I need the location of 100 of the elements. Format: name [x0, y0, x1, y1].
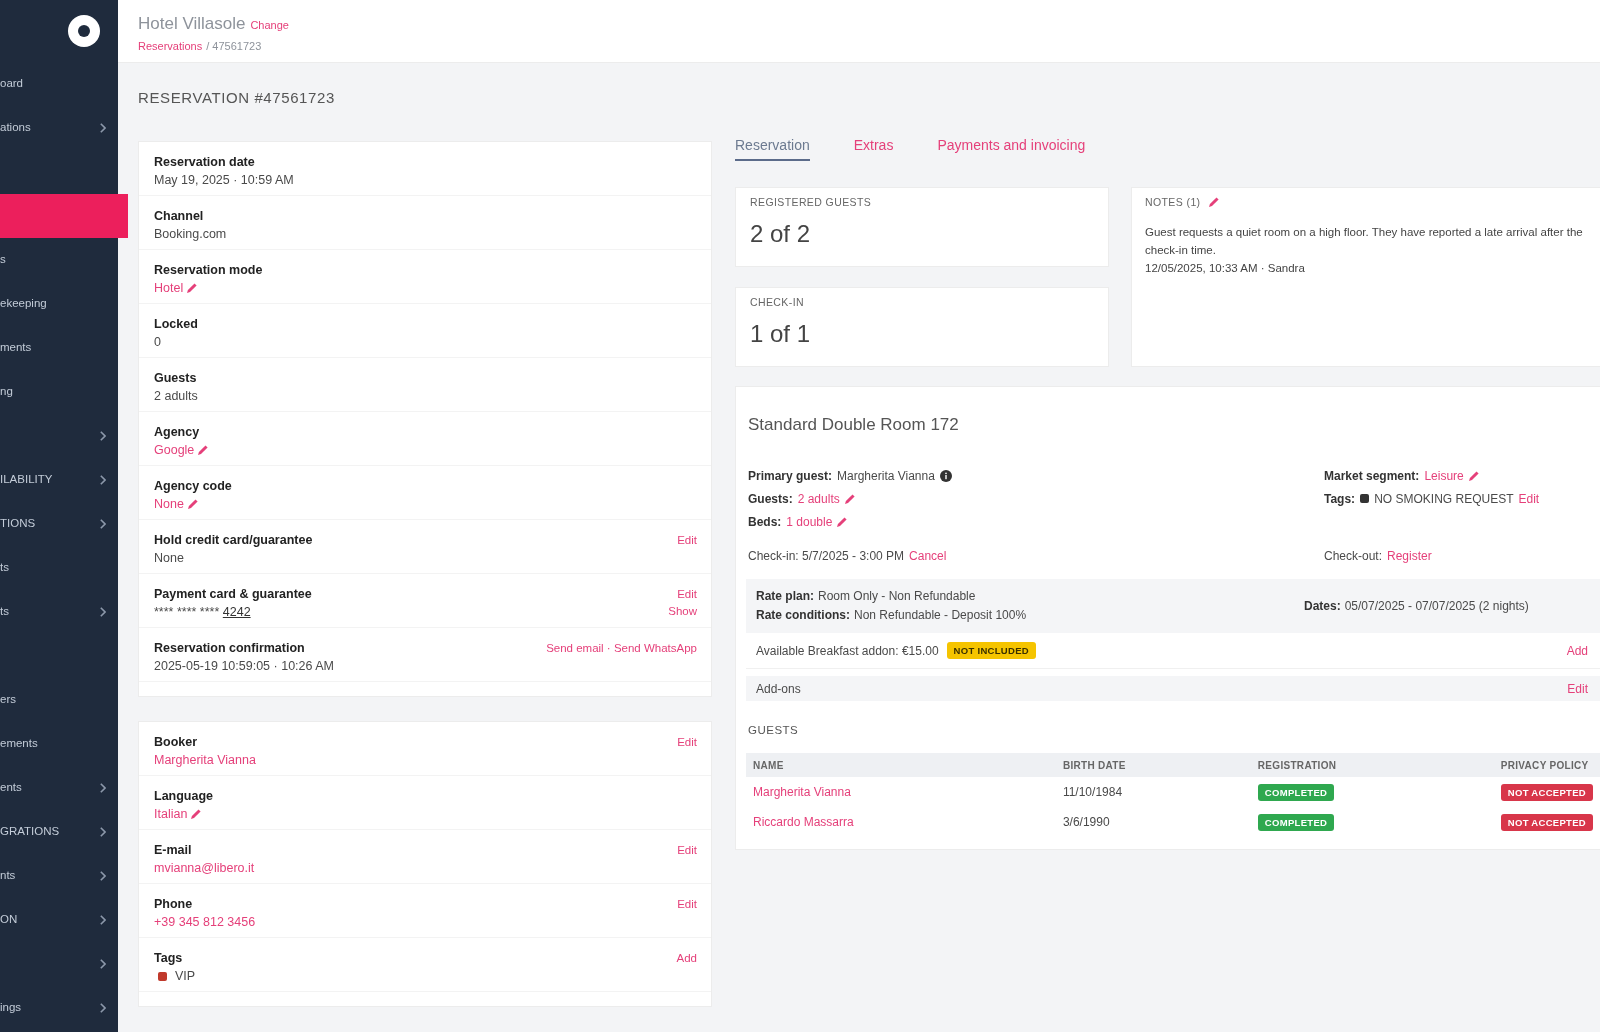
pencil-icon[interactable] — [837, 516, 848, 527]
detail-link[interactable]: 2 adults — [797, 489, 840, 508]
detail-label: Market segment: — [1324, 467, 1420, 485]
notes-title: NOTES (1) — [1145, 195, 1201, 209]
action-link[interactable]: Edit — [677, 896, 697, 913]
sidebar-item[interactable]: ents — [0, 766, 118, 810]
pencil-icon[interactable] — [187, 283, 198, 293]
summary-value: 2 of 2 — [750, 219, 812, 249]
sidebar-item[interactable]: s — [0, 238, 118, 282]
field-value: 2 adults — [154, 388, 198, 405]
pencil-icon[interactable] — [198, 445, 209, 455]
detail-label: Guests: — [748, 490, 793, 508]
detail-link[interactable]: Leisure — [1424, 466, 1464, 485]
extra-text: Add-ons — [756, 680, 801, 698]
field-label: Reservation date — [154, 154, 256, 171]
dates-value: 05/07/2025 - 07/07/2025 (2 nights) — [1344, 597, 1529, 615]
sidebar-item[interactable]: TIONS — [0, 502, 118, 546]
action-link[interactable]: Show — [668, 603, 697, 620]
sidebar-item[interactable]: ON — [0, 898, 118, 942]
logo-icon[interactable] — [68, 15, 100, 47]
detail-label: Beds: — [748, 513, 782, 531]
action-link[interactable]: Send email · Send WhatsApp — [546, 640, 697, 657]
field-label: Agency — [154, 424, 201, 441]
info-icon[interactable] — [939, 469, 952, 482]
field-label: Phone — [154, 896, 194, 913]
action-link[interactable]: Edit — [1567, 679, 1588, 698]
field-link[interactable]: Margherita Vianna — [154, 751, 256, 769]
tag-label: NO SMOKING REQUEST — [1374, 490, 1514, 508]
field-label: E-mail — [154, 842, 193, 859]
sidebar-item[interactable]: GRATIONS — [0, 810, 118, 854]
summary-label: CHECK-IN — [750, 295, 805, 309]
sidebar-item[interactable]: ts — [0, 590, 118, 634]
cancel-link[interactable]: Cancel — [909, 546, 947, 565]
sidebar-item[interactable]: ings — [0, 986, 118, 1030]
breadcrumb-link[interactable]: Reservations — [138, 39, 203, 52]
note-meta: 12/05/2025, 10:33 AM · Sandra — [1145, 261, 1306, 276]
field-value: 2025-05-19 10:59:05 · 10:26 AM — [154, 658, 334, 675]
action-link[interactable]: Add — [1566, 641, 1588, 660]
note-text: Guest requests a quiet room on a high floor. They have reported a late arrival after the check-in time. — [1145, 225, 1584, 258]
action-link[interactable]: Edit — [677, 734, 697, 751]
hotel-name: Hotel Villasole — [138, 14, 246, 33]
tag-label: VIP — [175, 968, 196, 985]
section-title: GUESTS — [747, 723, 800, 738]
field-link[interactable]: +39 345 812 3456 — [154, 913, 256, 931]
detail-label: Primary guest: — [748, 467, 833, 485]
field-link[interactable]: Hotel — [154, 279, 184, 297]
field-label: Channel — [154, 208, 205, 225]
sidebar-item[interactable]: ts — [0, 546, 118, 590]
column-header: PRIVACY POLICY — [1493, 753, 1600, 777]
table-cell: 11/10/1984 — [1055, 777, 1251, 807]
action-link[interactable]: Edit — [677, 586, 697, 603]
checkin-text: Check-in: 5/7/2025 - 3:00 PM — [748, 547, 905, 565]
sidebar-item[interactable]: ng — [0, 370, 118, 414]
status-label: NOT ACCEPTED — [1500, 814, 1593, 831]
sidebar-item[interactable]: ations — [0, 106, 118, 150]
field-value: Booking.com — [154, 226, 227, 243]
field-value: None — [154, 550, 185, 567]
field-label: Payment card & guarantee — [154, 586, 312, 603]
sidebar-item[interactable]: ekeeping — [0, 282, 118, 326]
field-label: Reservation mode — [154, 262, 263, 279]
sidebar-item[interactable]: oard — [0, 62, 118, 106]
action-link[interactable]: Edit — [677, 532, 697, 549]
action-link[interactable]: Add — [676, 950, 697, 967]
sidebar-item[interactable]: nts — [0, 854, 118, 898]
field-link[interactable]: Google — [154, 441, 195, 459]
edit-link[interactable]: Edit — [1518, 489, 1540, 508]
status-label: COMPLETED — [1257, 814, 1335, 831]
field-label: Agency code — [154, 478, 232, 495]
detail-link[interactable]: 1 double — [786, 512, 833, 531]
register-link[interactable]: Register — [1387, 546, 1432, 565]
pencil-icon[interactable] — [191, 809, 202, 819]
sidebar-item[interactable]: ements — [0, 722, 118, 766]
sidebar-item[interactable]: ers — [0, 678, 118, 722]
sidebar-item[interactable]: ments — [0, 326, 118, 370]
status-label: COMPLETED — [1257, 784, 1335, 801]
field-label: Locked — [154, 316, 198, 333]
status-label: NOT ACCEPTED — [1500, 784, 1593, 801]
tab[interactable]: Reservation — [735, 133, 810, 161]
guest-link[interactable]: Margherita Vianna — [753, 785, 851, 799]
field-link[interactable]: mvianna@libero.it — [154, 859, 255, 877]
rate-value: Non Refundable - Deposit 100% — [854, 607, 1027, 624]
rate-value: Room Only - Non Refundable — [818, 588, 976, 605]
sidebar-item[interactable]: ILABILITY — [0, 458, 118, 502]
action-link[interactable]: Edit — [677, 842, 697, 859]
pencil-icon[interactable] — [1468, 470, 1479, 481]
rate-label: Rate conditions: — [756, 607, 850, 624]
pencil-icon[interactable] — [844, 493, 855, 504]
field-label: Hold credit card/guarantee — [154, 532, 313, 549]
field-value: May 19, 2025 · 10:59 AM — [154, 172, 294, 189]
reservation-number: / 47561723 — [206, 39, 262, 52]
field-link[interactable]: None — [154, 495, 184, 513]
pencil-icon[interactable] — [187, 499, 198, 509]
room-title: Standard Double Room 172 — [747, 414, 960, 436]
change-link[interactable]: Change — [250, 19, 289, 31]
extra-text: Available Breakfast addon: €15.00 — [756, 642, 939, 660]
guest-link[interactable]: Riccardo Massarra — [753, 815, 854, 829]
pencil-icon[interactable] — [1208, 197, 1219, 207]
tab[interactable]: Extras — [853, 133, 894, 161]
field-link[interactable]: Italian — [154, 805, 188, 823]
tab[interactable]: Payments and invoicing — [937, 133, 1086, 161]
